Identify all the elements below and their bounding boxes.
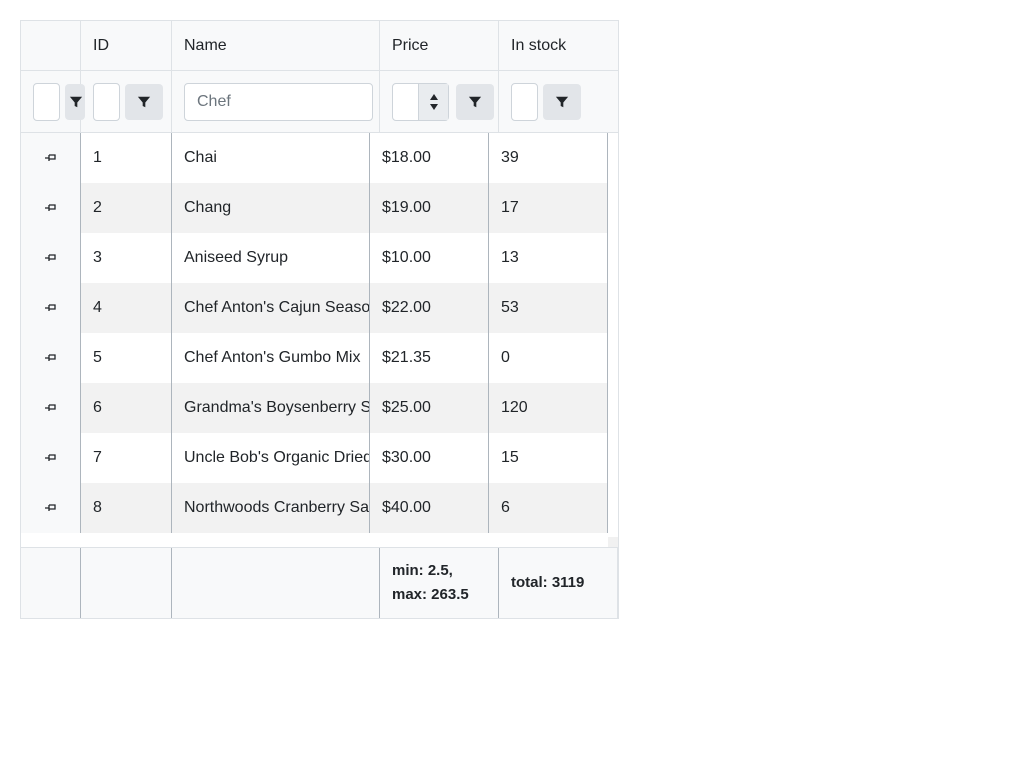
cell-stock: 0 — [489, 333, 608, 383]
table-row[interactable]: 2 Chang $19.00 17 — [21, 183, 608, 233]
cell-id: 7 — [81, 433, 172, 483]
footer-id-cell — [81, 548, 172, 618]
filter-icon — [555, 96, 569, 108]
pin-icon[interactable] — [21, 133, 81, 183]
stock-filter-input[interactable] — [511, 83, 538, 121]
column-header-id[interactable]: ID — [93, 21, 109, 70]
cell-stock: 15 — [489, 433, 608, 483]
header-pin-column — [21, 21, 85, 132]
pin-filter-input[interactable] — [33, 83, 60, 121]
cell-price: $10.00 — [370, 233, 489, 283]
cell-name: Chai — [172, 133, 370, 183]
grid-body: 1 Chai $18.00 39 2 Chang $19.00 17 3 Ani… — [21, 133, 618, 547]
table-row[interactable]: 5 Chef Anton's Gumbo Mix $21.35 0 — [21, 333, 608, 383]
cell-id: 5 — [81, 333, 172, 383]
cell-name: Aniseed Syrup — [172, 233, 370, 283]
pin-icon[interactable] — [21, 183, 81, 233]
grid-footer: min: 2.5, max: 263.5 total: 3119 — [21, 547, 618, 618]
cell-price: $21.35 — [370, 333, 489, 383]
table-row[interactable]: 6 Grandma's Boysenberry Spread $25.00 12… — [21, 383, 608, 433]
spinner-down-icon[interactable] — [429, 104, 438, 110]
grid-header: ID Name Price — [21, 21, 618, 133]
footer-price-summary: min: 2.5, max: 263.5 — [380, 548, 499, 618]
table-row[interactable]: 7 Uncle Bob's Organic Dried Pears $30.00… — [21, 433, 608, 483]
cell-price: $22.00 — [370, 283, 489, 333]
header-id-column[interactable]: ID — [81, 21, 172, 132]
column-header-price[interactable]: Price — [392, 21, 428, 70]
pin-icon[interactable] — [21, 383, 81, 433]
cell-id: 3 — [81, 233, 172, 283]
cell-id: 8 — [81, 483, 172, 533]
cell-stock: 39 — [489, 133, 608, 183]
name-filter-input[interactable] — [184, 83, 373, 121]
cell-stock: 120 — [489, 383, 608, 433]
column-header-stock[interactable]: In stock — [511, 21, 566, 70]
table-row[interactable]: 3 Aniseed Syrup $10.00 13 — [21, 233, 608, 283]
cell-name: Northwoods Cranberry Sauce — [172, 483, 370, 533]
header-price-column[interactable]: Price — [380, 21, 499, 132]
id-filter-button[interactable] — [125, 84, 163, 120]
cell-price: $30.00 — [370, 433, 489, 483]
footer-stock-total: total: 3119 — [499, 548, 618, 618]
table-row[interactable]: 4 Chef Anton's Cajun Seasoning $22.00 53 — [21, 283, 608, 333]
cell-id: 4 — [81, 283, 172, 333]
horizontal-scrollbar[interactable] — [21, 537, 608, 547]
price-min: min: 2.5, — [392, 562, 453, 579]
price-filter-button[interactable] — [456, 84, 494, 120]
cell-name: Uncle Bob's Organic Dried Pears — [172, 433, 370, 483]
id-filter-input[interactable] — [93, 83, 120, 121]
cell-price: $19.00 — [370, 183, 489, 233]
column-header-name[interactable]: Name — [184, 21, 227, 70]
pin-icon[interactable] — [21, 283, 81, 333]
cell-id: 2 — [81, 183, 172, 233]
cell-stock: 17 — [489, 183, 608, 233]
cell-name: Grandma's Boysenberry Spread — [172, 383, 370, 433]
pin-icon[interactable] — [21, 333, 81, 383]
cell-stock: 53 — [489, 283, 608, 333]
header-name-column[interactable]: Name — [172, 21, 380, 132]
cell-id: 1 — [81, 133, 172, 183]
cell-price: $18.00 — [370, 133, 489, 183]
cell-name: Chef Anton's Gumbo Mix — [172, 333, 370, 383]
pin-icon[interactable] — [21, 483, 81, 533]
pin-icon[interactable] — [21, 433, 81, 483]
table-row[interactable]: 8 Northwoods Cranberry Sauce $40.00 6 — [21, 483, 608, 533]
price-max: max: 263.5 — [392, 586, 469, 603]
cell-price: $25.00 — [370, 383, 489, 433]
data-grid: ID Name Price — [20, 20, 619, 619]
table-row[interactable]: 1 Chai $18.00 39 — [21, 133, 608, 183]
cell-name: Chang — [172, 183, 370, 233]
cell-name: Chef Anton's Cajun Seasoning — [172, 283, 370, 333]
filter-icon — [137, 96, 151, 108]
footer-pin-cell — [21, 548, 81, 618]
vertical-scrollbar[interactable] — [608, 133, 618, 547]
spinner-up-icon[interactable] — [429, 94, 438, 100]
cell-price: $40.00 — [370, 483, 489, 533]
footer-name-cell — [172, 548, 380, 618]
cell-id: 6 — [81, 383, 172, 433]
cell-stock: 6 — [489, 483, 608, 533]
filter-icon — [468, 96, 482, 108]
scrollbar-corner — [608, 537, 618, 547]
pin-icon[interactable] — [21, 233, 81, 283]
spinner-arrows-icon[interactable] — [418, 84, 448, 120]
cell-stock: 13 — [489, 233, 608, 283]
stock-filter-button[interactable] — [543, 84, 581, 120]
header-stock-column[interactable]: In stock — [499, 21, 618, 132]
